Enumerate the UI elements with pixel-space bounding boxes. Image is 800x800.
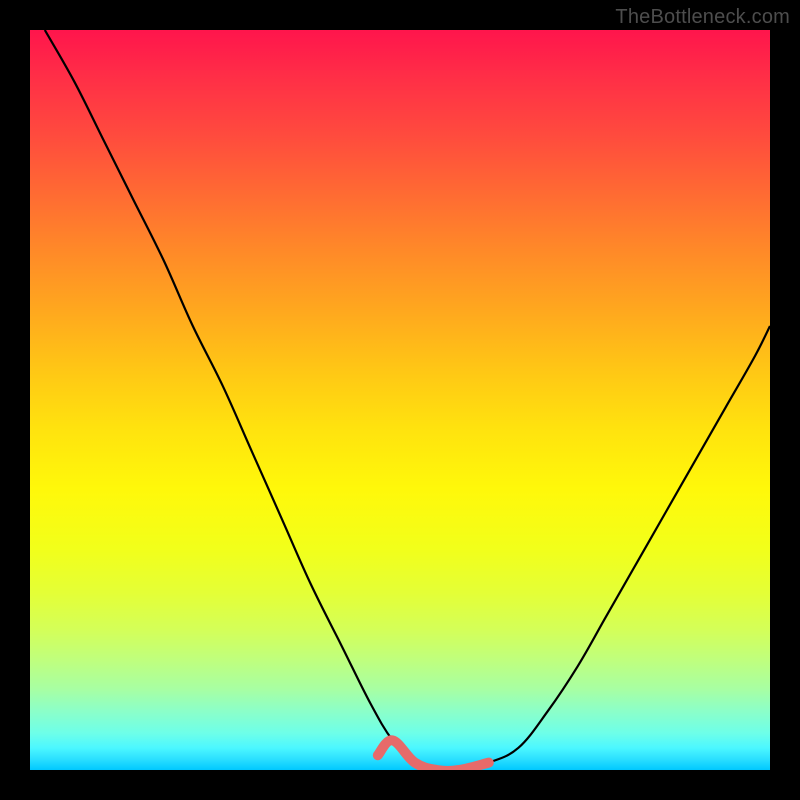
curve-path [45,30,770,770]
bottleneck-curve [30,30,770,770]
chart-frame: TheBottleneck.com [0,0,800,800]
highlight-segment [378,740,489,770]
watermark-text: TheBottleneck.com [615,6,790,29]
plot-area [30,30,770,770]
